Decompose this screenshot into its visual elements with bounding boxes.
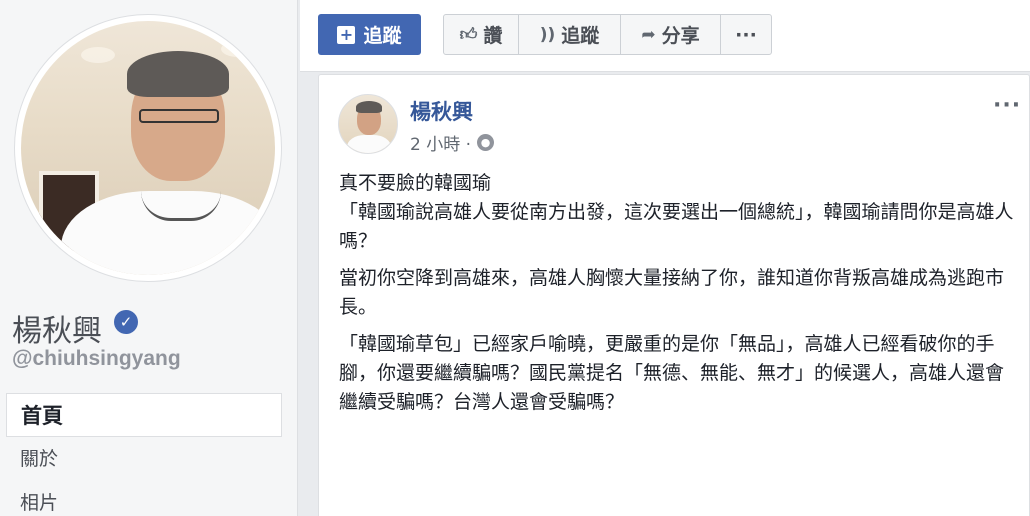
profile-picture[interactable]: [14, 14, 282, 282]
post-paragraph: 「韓國瑜￼草包」已經家戶喻曉，更嚴重的是你「無品」，￼￼高雄人已經￼看破你的手腳…: [339, 333, 1005, 413]
nav-item-home[interactable]: 首頁: [6, 393, 282, 437]
page-username[interactable]: @chiuhsingyang: [12, 347, 181, 371]
page-nav: 首頁 關於 相片: [6, 393, 282, 516]
post-paragraph: 真不要臉的韓國瑜 「￼韓國瑜說高雄人要從南方出發，這次要選出一個總統￼」，韓國瑜…: [339, 172, 1014, 252]
page-action-bar: + 追蹤 👍︎ 讚 )) 追蹤 ➦ 分享 ···: [300, 0, 1030, 72]
like-label: 讚: [483, 25, 503, 47]
thumbs-up-icon: 👍︎: [459, 25, 478, 45]
post-meta: 2 小時 · ●: [410, 130, 495, 155]
post-author-name[interactable]: 楊秋興: [410, 96, 473, 126]
follow-label: 追蹤: [561, 25, 600, 47]
share-label: 分享: [661, 25, 700, 47]
follow-page-label: 追蹤: [363, 25, 402, 47]
follow-button[interactable]: )) 追蹤: [519, 15, 621, 54]
post-options-icon[interactable]: ···: [993, 93, 1021, 118]
more-options-button[interactable]: ···: [721, 15, 771, 54]
profile-photo: [21, 21, 275, 275]
left-column: 楊秋興 ✓ @chiuhsingyang 首頁 關於 相片: [0, 0, 298, 516]
like-button[interactable]: 👍︎ 讚: [444, 15, 519, 54]
post-paragraph: ￼: [339, 425, 1019, 454]
share-arrow-icon: ➦: [641, 24, 656, 45]
follow-page-button[interactable]: + 追蹤: [318, 14, 421, 55]
rss-icon: )): [539, 24, 556, 45]
post-card: 楊秋興 2 小時 · ● ··· 真不要臉的韓國瑜 「￼韓國瑜說高雄人要從南方出…: [318, 74, 1030, 516]
nav-item-about[interactable]: 關於: [6, 437, 282, 481]
page-title: 楊秋興: [12, 314, 102, 349]
share-button[interactable]: ➦ 分享: [621, 15, 721, 54]
globe-icon: ●: [477, 134, 495, 151]
page-button-group: 👍︎ 讚 )) 追蹤 ➦ 分享 ···: [443, 14, 772, 55]
post-author-avatar[interactable]: [338, 94, 398, 154]
post-text: 真不要臉的韓國瑜 「￼韓國瑜說高雄人要從南方出發，這次要選出一個總統￼」，韓國瑜…: [339, 169, 1019, 462]
more-options-icon: ···: [735, 23, 757, 46]
nav-item-photos[interactable]: 相片: [6, 481, 282, 516]
follow-plus-icon: +: [337, 25, 356, 44]
post-paragraph: 當初你空降到高雄來，高雄人胸懷大量￼￼接納了你，￼誰知道你背叛高雄成為￼逃跑市長…: [339, 267, 1005, 318]
post-timestamp[interactable]: 2 小時 ·: [410, 130, 471, 155]
verified-badge-icon: ✓: [114, 310, 138, 334]
